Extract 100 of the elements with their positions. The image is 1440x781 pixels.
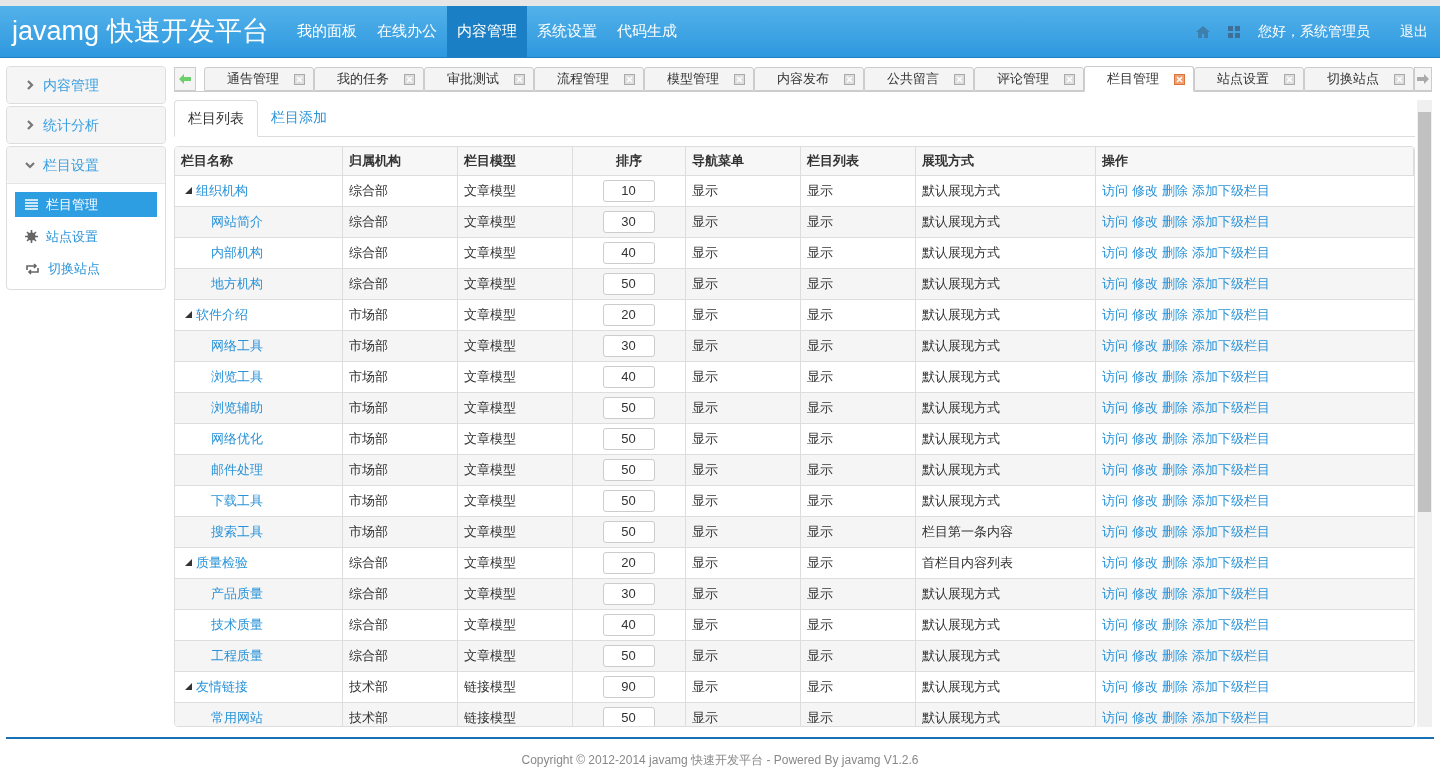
action-link[interactable]: 访问 [1101, 335, 1128, 356]
page-tab[interactable]: 审批测试 [424, 67, 534, 91]
tab-label[interactable]: 内容发布 [777, 69, 829, 89]
action-link[interactable]: 修改 [1131, 552, 1158, 573]
action-link[interactable]: 修改 [1131, 583, 1158, 604]
action-link[interactable]: 添加下级栏目 [1191, 521, 1270, 542]
action-link[interactable]: 添加下级栏目 [1191, 428, 1270, 449]
action-link[interactable]: 添加下级栏目 [1191, 459, 1270, 480]
action-link[interactable]: 修改 [1131, 707, 1158, 726]
sort-input[interactable]: 30 [602, 582, 655, 605]
page-tab[interactable]: 流程管理 [534, 67, 644, 91]
action-link[interactable]: 添加下级栏目 [1191, 211, 1270, 232]
nav-menu-item[interactable]: 我的面板 [286, 6, 367, 57]
close-icon[interactable] [1394, 73, 1405, 85]
sort-input[interactable]: 40 [602, 613, 655, 636]
sort-input[interactable]: 50 [602, 427, 655, 450]
action-link[interactable]: 修改 [1131, 428, 1158, 449]
close-icon[interactable] [1174, 73, 1185, 85]
action-link[interactable]: 修改 [1131, 614, 1158, 635]
category-link[interactable]: 技术质量 [211, 614, 263, 635]
sidebar-group-header[interactable]: 栏目设置 [7, 147, 165, 183]
action-link[interactable]: 添加下级栏目 [1191, 335, 1270, 356]
action-link[interactable]: 修改 [1131, 676, 1158, 697]
tab-label[interactable]: 栏目管理 [1107, 69, 1159, 89]
category-link[interactable]: 友情链接 [196, 676, 248, 697]
grid-icon[interactable] [1228, 25, 1240, 38]
action-link[interactable]: 访问 [1101, 583, 1128, 604]
action-link[interactable]: 修改 [1131, 645, 1158, 666]
sidebar-group-header[interactable]: 统计分析 [7, 107, 165, 143]
category-link[interactable]: 浏览辅助 [211, 397, 263, 418]
tab-label[interactable]: 流程管理 [557, 69, 609, 89]
action-link[interactable]: 删除 [1161, 676, 1188, 697]
tab-label[interactable]: 站点设置 [1217, 69, 1269, 89]
action-link[interactable]: 修改 [1131, 490, 1158, 511]
expanded-triangle-icon[interactable] [185, 559, 192, 566]
category-link[interactable]: 组织机构 [196, 180, 248, 201]
scrollbar-thumb[interactable] [1418, 112, 1431, 512]
action-link[interactable]: 修改 [1131, 397, 1158, 418]
sort-input[interactable]: 90 [602, 675, 655, 698]
sort-input[interactable]: 10 [602, 179, 655, 202]
action-link[interactable]: 添加下级栏目 [1191, 490, 1270, 511]
scroll-left-button[interactable] [174, 67, 196, 91]
sort-input[interactable]: 50 [602, 458, 655, 481]
close-icon[interactable] [1284, 73, 1295, 85]
action-link[interactable]: 访问 [1101, 552, 1128, 573]
scrollbar[interactable] [1417, 100, 1432, 727]
action-link[interactable]: 访问 [1101, 676, 1128, 697]
action-link[interactable]: 删除 [1161, 521, 1188, 542]
expanded-triangle-icon[interactable] [185, 311, 192, 318]
tab-label[interactable]: 切换站点 [1327, 69, 1379, 89]
close-icon[interactable] [1064, 73, 1075, 85]
tab-label[interactable]: 通告管理 [227, 69, 279, 89]
action-link[interactable]: 添加下级栏目 [1191, 180, 1270, 201]
action-link[interactable]: 删除 [1161, 211, 1188, 232]
action-link[interactable]: 访问 [1101, 366, 1128, 387]
action-link[interactable]: 删除 [1161, 583, 1188, 604]
action-link[interactable]: 删除 [1161, 335, 1188, 356]
action-link[interactable]: 修改 [1131, 459, 1158, 480]
sort-input[interactable]: 50 [602, 706, 655, 726]
action-link[interactable]: 添加下级栏目 [1191, 242, 1270, 263]
sort-input[interactable]: 50 [602, 396, 655, 419]
sidebar-group-header[interactable]: 内容管理 [7, 67, 165, 103]
action-link[interactable]: 添加下级栏目 [1191, 707, 1270, 726]
action-link[interactable]: 删除 [1161, 304, 1188, 325]
action-link[interactable]: 删除 [1161, 366, 1188, 387]
sub-tab[interactable]: 栏目列表 [174, 100, 258, 137]
category-link[interactable]: 邮件处理 [211, 459, 263, 480]
action-link[interactable]: 访问 [1101, 211, 1128, 232]
action-link[interactable]: 删除 [1161, 242, 1188, 263]
home-icon[interactable] [1196, 25, 1210, 38]
close-icon[interactable] [954, 73, 965, 85]
close-icon[interactable] [404, 73, 415, 85]
category-link[interactable]: 网站简介 [211, 211, 263, 232]
action-link[interactable]: 删除 [1161, 180, 1188, 201]
close-icon[interactable] [844, 73, 855, 85]
action-link[interactable]: 访问 [1101, 180, 1128, 201]
sidebar-item[interactable]: 站点设置 [15, 224, 157, 249]
page-tab[interactable]: 模型管理 [644, 67, 754, 91]
sort-input[interactable]: 50 [602, 272, 655, 295]
action-link[interactable]: 修改 [1131, 304, 1158, 325]
category-link[interactable]: 网络优化 [211, 428, 263, 449]
action-link[interactable]: 添加下级栏目 [1191, 552, 1270, 573]
sort-input[interactable]: 40 [602, 365, 655, 388]
category-link[interactable]: 软件介绍 [196, 304, 248, 325]
action-link[interactable]: 删除 [1161, 428, 1188, 449]
sort-input[interactable]: 40 [602, 241, 655, 264]
action-link[interactable]: 访问 [1101, 645, 1128, 666]
page-tab[interactable]: 内容发布 [754, 67, 864, 91]
action-link[interactable]: 访问 [1101, 459, 1128, 480]
category-link[interactable]: 网络工具 [211, 335, 263, 356]
category-link[interactable]: 产品质量 [211, 583, 263, 604]
tab-label[interactable]: 模型管理 [667, 69, 719, 89]
action-link[interactable]: 修改 [1131, 366, 1158, 387]
sort-input[interactable]: 30 [602, 210, 655, 233]
close-icon[interactable] [514, 73, 525, 85]
action-link[interactable]: 添加下级栏目 [1191, 397, 1270, 418]
action-link[interactable]: 删除 [1161, 273, 1188, 294]
action-link[interactable]: 访问 [1101, 614, 1128, 635]
action-link[interactable]: 修改 [1131, 273, 1158, 294]
action-link[interactable]: 删除 [1161, 490, 1188, 511]
